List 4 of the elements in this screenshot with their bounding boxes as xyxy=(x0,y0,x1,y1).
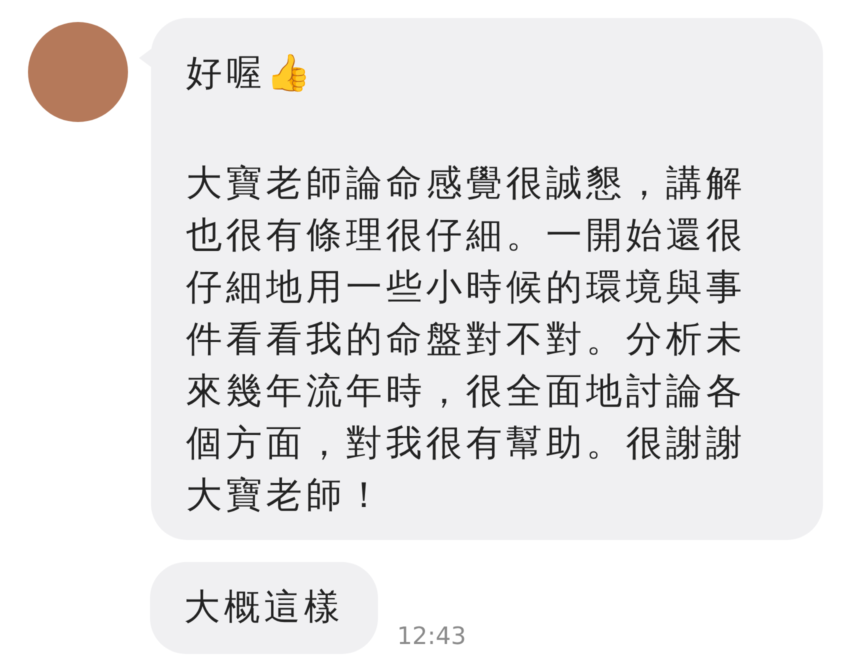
message-text: 好喔👍 xyxy=(186,52,316,96)
message-text: 大概這樣 xyxy=(184,586,344,630)
message-text: 大寶老師論命感覺很誠懇，講解也很有條理很仔細。一開始還很仔細地用一些小時候的環境與事件看看我的命盤對不對。分析未來幾年流年時，很全面地討論各個方面，對我很有幫助。很謝謝大寶老師！ xyxy=(186,162,747,518)
message-time: 12:43 xyxy=(397,622,466,650)
